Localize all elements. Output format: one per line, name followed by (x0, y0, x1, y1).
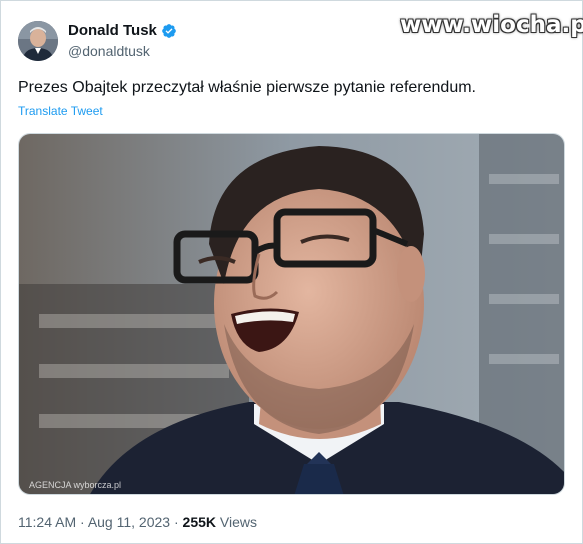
name-row: Donald Tusk (68, 22, 177, 39)
photo-illustration (19, 134, 564, 494)
tweet-time[interactable]: 11:24 AM (18, 514, 76, 530)
meta-separator: · (80, 514, 85, 530)
views-count: 255K (182, 514, 216, 530)
watermark-text: www.wiocha.pl (400, 12, 583, 38)
verified-badge-icon (161, 23, 177, 39)
meta-separator: · (173, 514, 179, 530)
avatar[interactable] (18, 21, 58, 61)
photo-credit: AGENCJA wyborcza.pl (29, 480, 122, 490)
tweet-author: Donald Tusk @donaldtusk (68, 22, 177, 59)
author-handle[interactable]: @donaldtusk (68, 43, 177, 59)
display-name[interactable]: Donald Tusk (68, 22, 157, 39)
views-label: Views (219, 514, 257, 530)
tweet-media-photo[interactable]: AGENCJA wyborcza.pl (18, 133, 565, 495)
tweet-date[interactable]: Aug 11, 2023 (88, 514, 170, 530)
translate-tweet-link[interactable]: Translate Tweet (18, 104, 103, 118)
tweet-text: Prezes Obajtek przeczytał właśnie pierws… (18, 79, 476, 96)
tweet-meta: 11:24 AM · Aug 11, 2023 · 255K Views (18, 514, 257, 530)
avatar-image (18, 21, 58, 61)
